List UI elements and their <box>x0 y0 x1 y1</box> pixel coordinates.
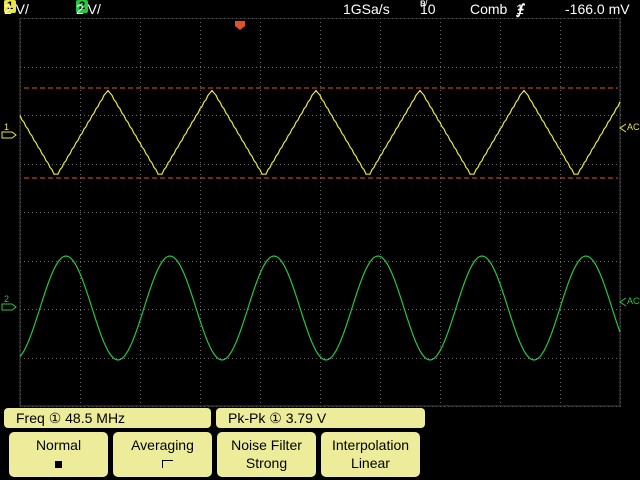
averaging-label: Averaging <box>131 437 194 453</box>
ch1-scale: 2 V/ <box>4 1 29 17</box>
svg-text:1: 1 <box>4 122 9 132</box>
ch1-waveform <box>19 89 621 175</box>
normal-selected-indicator <box>9 454 108 472</box>
pkpk-measurement[interactable]: Pk-Pk ① 3.79 V <box>216 408 425 428</box>
svg-text:2: 2 <box>4 294 9 304</box>
ch1-coupling-indicator: AC <box>619 122 640 133</box>
sample-rate: 1GSa/s <box>343 1 390 17</box>
normal-button[interactable]: Normal <box>9 432 108 477</box>
interpolation-button[interactable]: Interpolation Linear <box>321 432 420 477</box>
trigger-source: 1 <box>516 1 524 17</box>
noise-filter-label: Noise Filter <box>231 437 302 453</box>
averaging-unselected-indicator <box>113 454 212 472</box>
graticule <box>19 18 621 407</box>
normal-label: Normal <box>35 437 82 453</box>
interpolation-value: Linear <box>351 455 390 471</box>
trigger-level[interactable]: -166.0 mV <box>565 0 630 18</box>
freq-label: Freq <box>16 410 45 426</box>
freq-channel: ① <box>48 410 62 426</box>
waveform-display[interactable]: 1 2 AC AC <box>0 18 640 407</box>
svg-text:AC: AC <box>627 296 640 306</box>
noise-filter-button[interactable]: Noise Filter Strong <box>217 432 316 477</box>
ch2-coupling-indicator: AC <box>619 296 640 307</box>
ch2-waveform <box>19 255 621 361</box>
svg-text:AC: AC <box>627 122 640 132</box>
pkpk-label: Pk-Pk <box>228 410 266 426</box>
pkpk-value: 3.79 V <box>285 410 327 426</box>
trigger-position-icon[interactable] <box>235 21 245 30</box>
interpolation-label: Interpolation <box>331 437 410 453</box>
trigger-mode[interactable]: Comb <box>470 0 507 18</box>
freq-value: 48.5 MHz <box>65 410 126 426</box>
freq-measurement[interactable]: Freq ① 48.5 MHz <box>4 408 211 428</box>
ch2-scale: 2 V/ <box>76 1 101 17</box>
status-bar: 12 V/ 22 V/ 1GSa/s 10 n s/ Comb ⨍ 1 -166.0 … <box>0 0 640 18</box>
ch1-ground-marker[interactable]: 1 <box>1 122 17 139</box>
ch2-ground-marker[interactable]: 2 <box>1 294 17 311</box>
pkpk-channel: ① <box>269 410 282 426</box>
noise-filter-value: Strong <box>245 455 288 471</box>
averaging-button[interactable]: Averaging <box>113 432 212 477</box>
